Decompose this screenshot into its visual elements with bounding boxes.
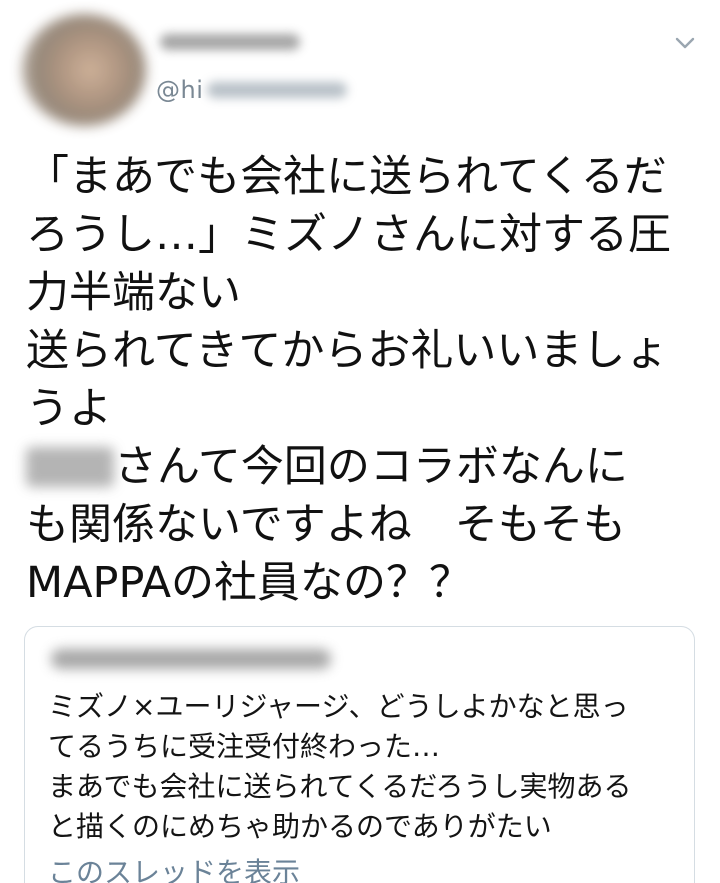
tweet-text-line: うよ xyxy=(26,384,112,434)
name-redacted xyxy=(26,447,114,487)
handle-prefix: @hi xyxy=(156,76,204,104)
tweet-text-line: 送られてきてからお礼いいましょ xyxy=(26,326,669,376)
quoted-text-line: と描くのにめちゃ助かるのでありがたい xyxy=(48,810,552,843)
chevron-down-icon[interactable] xyxy=(674,32,696,54)
tweet-text-line: 「まあでも会社に送られてくるだ xyxy=(26,152,667,202)
tweet-text-line: MAPPAの社員なの？？ xyxy=(26,558,473,608)
tweet-card: @hi 「まあでも会社に送られてくるだ ろうし…」ミズノさんに対する圧 力半端な… xyxy=(0,0,720,883)
tweet-text-line: さんて今回のコラボなんに xyxy=(26,438,696,496)
tweet-text-line: ろうし…」ミズノさんに対する圧 xyxy=(26,210,671,260)
tweet-text-line: も関係ないですよね そもそも xyxy=(26,500,626,550)
quoted-text-line: まあでも会社に送られてくるだろうし実物ある xyxy=(48,770,632,803)
tweet-text-fragment: さんて今回のコラボなんに xyxy=(114,442,628,492)
handle-redacted xyxy=(207,82,348,98)
tweet-text-line: 力半端ない xyxy=(26,268,241,318)
quoted-tweet-text: ミズノ×ユーリジャージ、どうしよかなと思っ てるうちに受注受付終わった… まあで… xyxy=(48,687,678,847)
quoted-text-line: ミズノ×ユーリジャージ、どうしよかなと思っ xyxy=(48,690,629,723)
quoted-author-redacted xyxy=(51,649,331,669)
user-handle[interactable]: @hi xyxy=(156,76,348,104)
quoted-tweet[interactable]: ミズノ×ユーリジャージ、どうしよかなと思っ てるうちに受注受付終わった… まあで… xyxy=(24,626,695,883)
quoted-text-line: てるうちに受注受付終わった… xyxy=(48,730,441,763)
display-name-redacted xyxy=(160,34,300,50)
show-thread-link[interactable]: このスレッドを表示 xyxy=(48,851,300,883)
tweet-text: 「まあでも会社に送られてくるだ ろうし…」ミズノさんに対する圧 力半端ない 送ら… xyxy=(26,148,696,612)
avatar[interactable] xyxy=(22,14,146,126)
